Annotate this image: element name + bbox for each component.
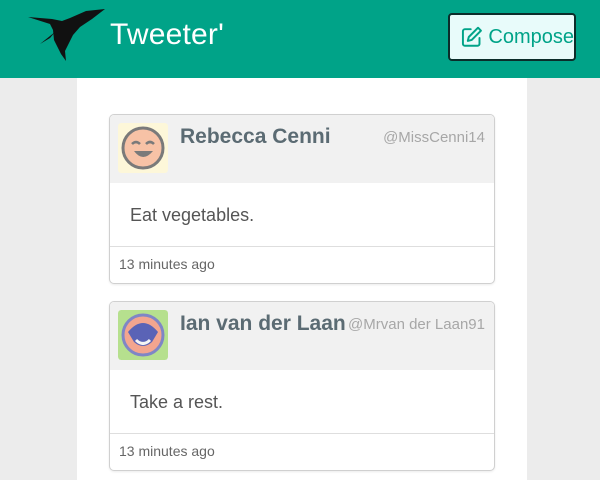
tweet-author-name[interactable]: Rebecca Cenni: [180, 125, 331, 149]
app-title: Tweeter': [110, 18, 225, 51]
tweet-timestamp: 13 minutes ago: [119, 256, 215, 272]
tweet-timestamp: 13 minutes ago: [119, 443, 215, 459]
tweet-header: Ian van der Laan @Mrvan der Laan91: [110, 302, 494, 370]
laughing-face-icon: [118, 123, 168, 173]
tweet-author-name[interactable]: Ian van der Laan: [180, 312, 346, 336]
compose-button-label: Compose: [488, 25, 574, 48]
tweet-author-handle[interactable]: @Mrvan der Laan91: [348, 316, 485, 333]
tweet-text: Eat vegetables.: [110, 183, 494, 247]
pencil-square-icon: [461, 26, 482, 47]
app-header: Tweeter' Compose: [0, 0, 600, 78]
tweet-card: Ian van der Laan @Mrvan der Laan91 Take …: [109, 301, 495, 471]
hummingbird-icon: [28, 9, 105, 61]
compose-button[interactable]: Compose: [448, 13, 576, 61]
tweet-card: Rebecca Cenni @MissCenni14 Eat vegetable…: [109, 114, 495, 284]
tweet-author-handle[interactable]: @MissCenni14: [383, 129, 485, 146]
smiling-face-icon: [118, 310, 168, 360]
tweet-text: Take a rest.: [110, 370, 494, 434]
tweet-header: Rebecca Cenni @MissCenni14: [110, 115, 494, 183]
